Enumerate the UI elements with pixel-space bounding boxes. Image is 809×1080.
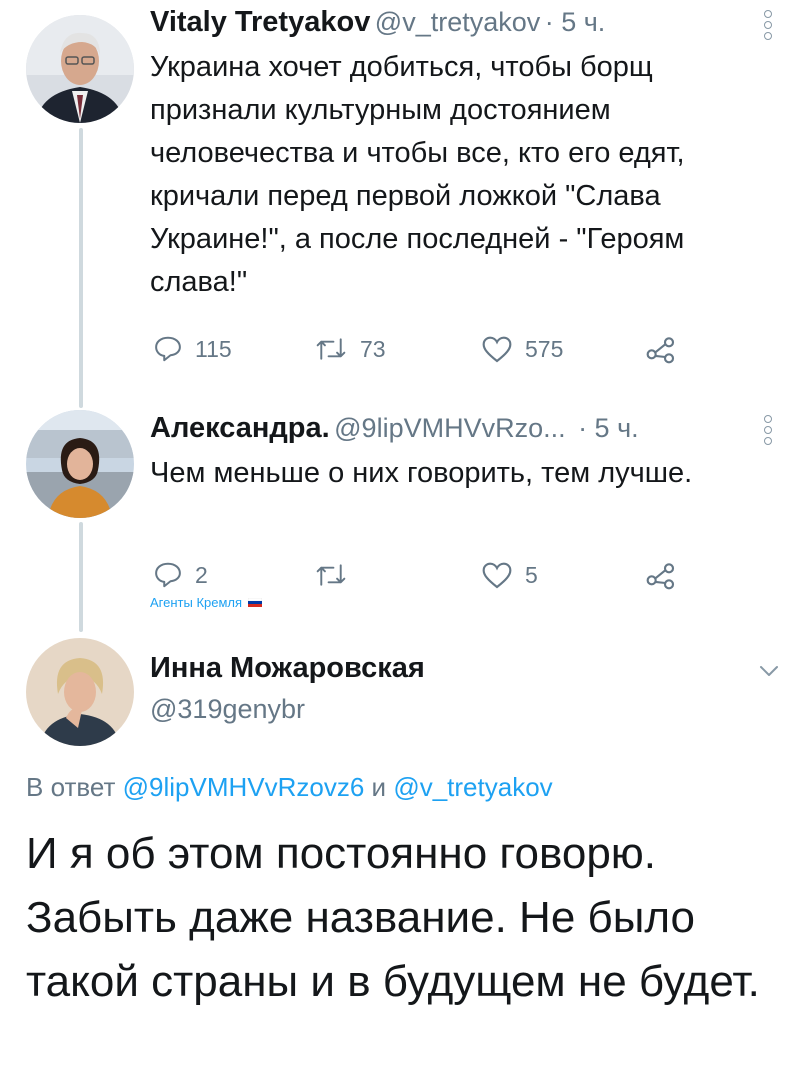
like-icon bbox=[482, 336, 512, 363]
watermark-label: Агенты Кремля bbox=[150, 595, 263, 610]
retweet-button[interactable] bbox=[314, 560, 360, 590]
thread-line bbox=[79, 128, 83, 408]
reply-icon bbox=[155, 562, 181, 588]
reply-icon bbox=[155, 336, 181, 362]
author-name[interactable]: Инна Можаровская bbox=[150, 652, 425, 685]
author-handle[interactable]: @9lipVMHVvRzo... bbox=[334, 413, 565, 443]
share-icon bbox=[646, 563, 675, 590]
chevron-down-icon[interactable] bbox=[758, 664, 780, 678]
like-icon bbox=[482, 562, 512, 589]
retweet-icon bbox=[316, 564, 346, 586]
share-button[interactable] bbox=[645, 560, 677, 590]
avatar[interactable] bbox=[26, 410, 134, 518]
like-count: 5 bbox=[525, 561, 538, 588]
thread-line bbox=[79, 522, 83, 632]
like-count: 575 bbox=[525, 335, 564, 362]
share-icon bbox=[646, 337, 675, 364]
flag-icon bbox=[248, 598, 263, 607]
author-name[interactable]: Александра. bbox=[150, 412, 330, 444]
retweet-button[interactable]: 73 bbox=[314, 334, 386, 364]
reply-link-handle-1[interactable]: @9lipVMHVvRzovz6 bbox=[123, 772, 365, 802]
tweet-time: · 5 ч. bbox=[544, 7, 606, 37]
reply-button[interactable]: 115 bbox=[153, 334, 232, 364]
reply-link-handle-2[interactable]: @v_tretyakov bbox=[393, 772, 552, 802]
avatar[interactable] bbox=[26, 15, 134, 123]
reply-context: В ответ @9lipVMHVvRzovz6 и @v_tretyakov bbox=[26, 772, 553, 802]
reply-count: 115 bbox=[195, 335, 232, 362]
tweet-text: Чем меньше о них говорить, тем лучше. bbox=[150, 457, 693, 489]
author-handle[interactable]: @v_tretyakov bbox=[375, 7, 540, 37]
author-name[interactable]: Vitaly Tretyakov bbox=[150, 6, 370, 38]
retweet-count: 73 bbox=[360, 335, 386, 362]
reply-button[interactable]: 2 bbox=[153, 560, 208, 590]
reply-count: 2 bbox=[195, 561, 208, 588]
avatar[interactable] bbox=[26, 638, 134, 746]
like-button[interactable]: 5 bbox=[481, 560, 538, 590]
retweet-icon bbox=[316, 338, 346, 360]
more-icon[interactable] bbox=[764, 10, 772, 43]
tweet-text: Украина хочет добиться, чтобы борщ призн… bbox=[150, 51, 685, 298]
tweet-text-large: И я об этом постоянно говорю. Забыть даж… bbox=[26, 829, 760, 1006]
share-button[interactable] bbox=[645, 334, 677, 364]
tweet-time: · 5 ч. bbox=[578, 413, 639, 443]
like-button[interactable]: 575 bbox=[481, 334, 563, 364]
more-icon[interactable] bbox=[764, 415, 772, 448]
author-handle[interactable]: @319genybr bbox=[150, 694, 305, 725]
